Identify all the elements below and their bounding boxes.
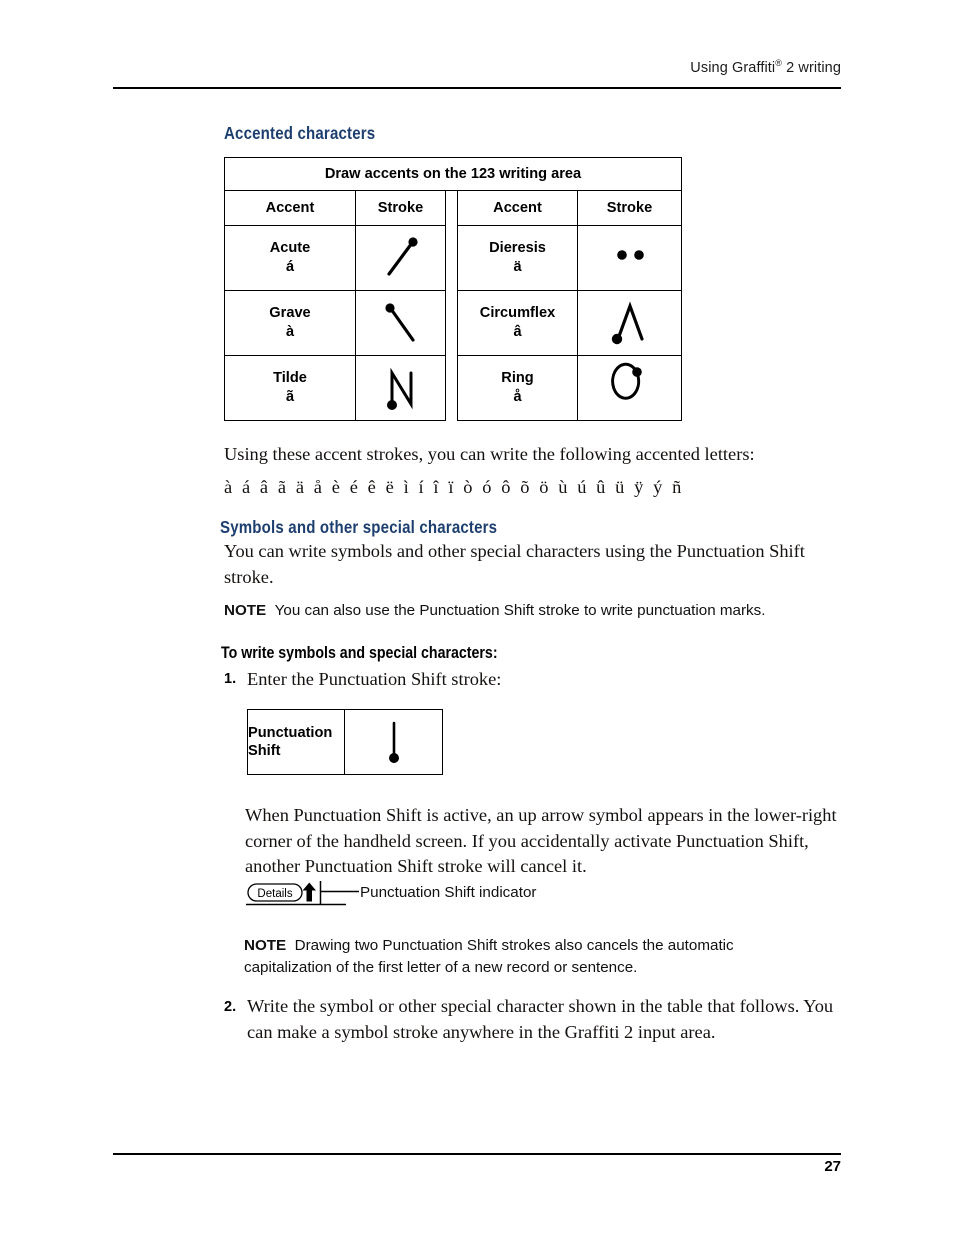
table-row: Punctuation Shift: [247, 709, 443, 775]
accent-name: Tilde: [273, 370, 307, 386]
step-1-number: 1.: [224, 671, 237, 687]
accent-cell-acute: Acute á: [224, 225, 356, 291]
header-rule: [113, 87, 841, 89]
table-row: Tilde ã Ring å: [224, 355, 682, 421]
accent-character: ã: [285, 389, 295, 405]
registered-mark-icon: ®: [775, 58, 782, 68]
accent-name: Acute: [269, 240, 311, 256]
table-row: Acute á Dieresis ä: [224, 225, 682, 291]
note-label: NOTE: [224, 602, 267, 619]
column-header-accent-left: Accent: [224, 190, 356, 226]
ring-stroke-cell: [577, 355, 682, 421]
table-title-row: Draw accents on the 123 writing area: [224, 157, 682, 191]
punctuation-shift-label-line1: Punctuation: [248, 725, 333, 741]
acute-stroke-cell: [355, 225, 446, 291]
punctuation-shift-stroke-icon: [388, 721, 399, 763]
grave-stroke-icon: [384, 303, 415, 342]
accent-name: Circumflex: [479, 305, 556, 321]
note-text: Drawing two Punctuation Shift strokes al…: [244, 937, 734, 976]
accent-table-title: Draw accents on the 123 writing area: [224, 157, 682, 191]
note-automatic-capitalization: NOTE Drawing two Punctuation Shift strok…: [244, 935, 824, 978]
punctuation-shift-table: Punctuation Shift: [247, 709, 443, 775]
accent-name: Ring: [501, 370, 534, 386]
accent-character: à: [285, 324, 295, 340]
heading-procedure: To write symbols and special characters:: [221, 644, 498, 662]
step-2-text: Write the symbol or other special charac…: [247, 996, 834, 1042]
table-spacer-column: [445, 225, 458, 291]
running-header-text-suffix: 2 writing: [781, 59, 841, 76]
symbols-paragraph: You can write symbols and other special …: [224, 541, 805, 587]
dieresis-stroke-cell: [577, 225, 682, 291]
up-arrow-icon: [302, 882, 316, 902]
punctuation-shift-label: Punctuation Shift: [247, 709, 345, 775]
heading-accented-characters: Accented characters: [224, 123, 376, 143]
footer-rule: [113, 1153, 841, 1155]
note-text: You can also use the Punctuation Shift s…: [274, 602, 766, 619]
accent-cell-dieresis: Dieresis ä: [457, 225, 578, 291]
heading-symbols-special-characters: Symbols and other special characters: [220, 517, 498, 537]
running-header-text: Using Graffiti: [690, 59, 776, 76]
column-header-stroke-right: Stroke: [577, 190, 682, 226]
column-header-accent-right: Accent: [457, 190, 578, 226]
table-row: Grave à Circumflex â: [224, 290, 682, 356]
accent-character: á: [285, 259, 295, 275]
step-2-number: 2.: [224, 999, 237, 1015]
accent-intro-paragraph: Using these accent strokes, you can writ…: [224, 444, 755, 464]
indicator-caption: Punctuation Shift indicator: [360, 884, 537, 901]
accent-table: Draw accents on the 123 writing area Acc…: [224, 157, 682, 421]
accent-name: Dieresis: [489, 240, 546, 256]
accented-letters-list: à á â ã ä å è é ê ë ì í î ï ò ó ô õ ö ù …: [224, 477, 684, 497]
acute-stroke-icon: [386, 237, 418, 276]
table-spacer-column: [445, 290, 458, 356]
accent-cell-tilde: Tilde ã: [224, 355, 356, 421]
table-spacer-column: [445, 355, 458, 421]
note-punctuation-shift: NOTE You can also use the Punctuation Sh…: [224, 600, 844, 622]
accent-cell-grave: Grave à: [224, 290, 356, 356]
table-spacer-column: [445, 190, 458, 226]
column-header-stroke-left: Stroke: [355, 190, 446, 226]
details-button-label: Details: [257, 888, 292, 900]
accent-cell-ring: Ring å: [457, 355, 578, 421]
table-header-row: Accent Stroke Accent Stroke: [224, 190, 682, 226]
circumflex-stroke-icon: [611, 301, 644, 345]
punctuation-shift-label-line2: Shift: [248, 743, 281, 759]
note-label: NOTE: [244, 937, 287, 954]
accent-name: Grave: [269, 305, 311, 321]
accent-character: â: [513, 324, 522, 340]
accent-cell-circumflex: Circumflex â: [457, 290, 578, 356]
tilde-stroke-cell: [355, 355, 446, 421]
page-number: 27: [824, 1158, 841, 1175]
grave-stroke-cell: [355, 290, 446, 356]
step-1-text: Enter the Punctuation Shift stroke:: [247, 669, 502, 689]
ring-stroke-icon: [610, 362, 642, 400]
running-header: Using Graffiti® 2 writing: [113, 58, 841, 76]
accent-character: å: [513, 389, 522, 405]
punctuation-shift-description: When Punctuation Shift is active, an up …: [245, 805, 837, 876]
dieresis-stroke-icon: [616, 250, 644, 260]
accent-character: ä: [513, 259, 522, 275]
tilde-stroke-icon: [386, 367, 412, 410]
punctuation-shift-stroke-cell: [344, 709, 443, 775]
circumflex-stroke-cell: [577, 290, 682, 356]
